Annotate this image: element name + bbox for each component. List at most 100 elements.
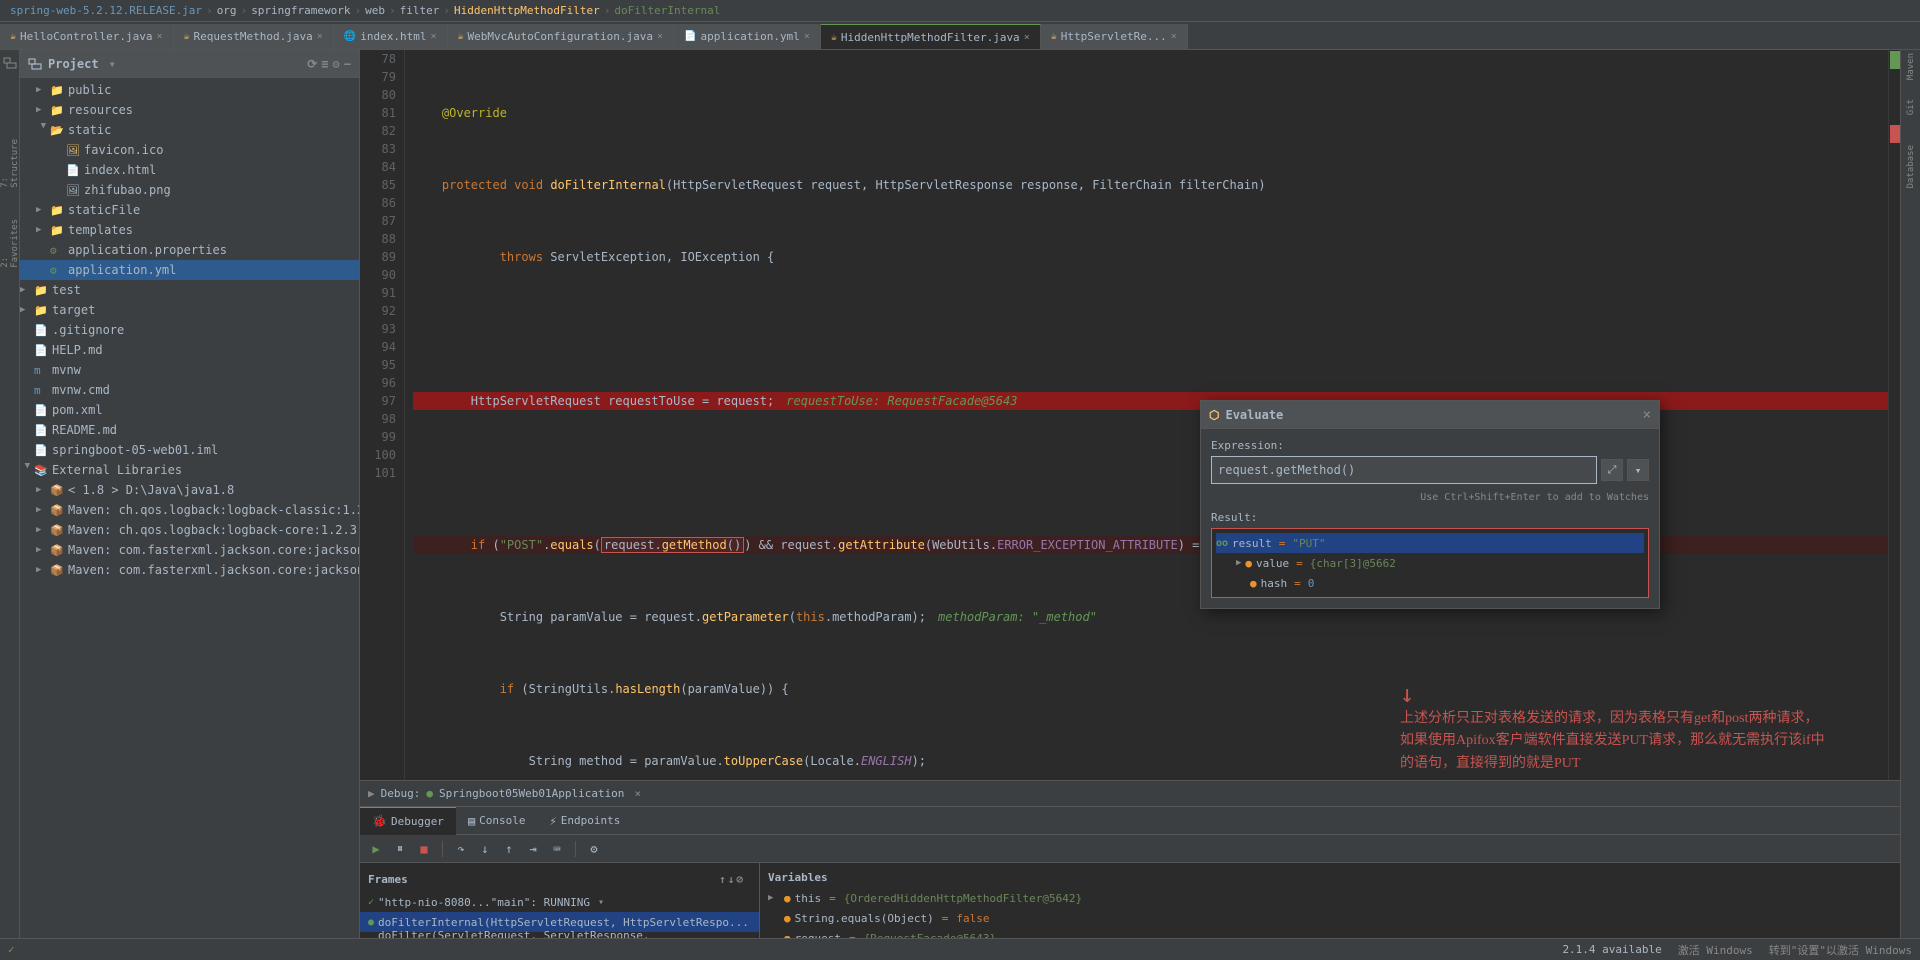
tree-item-zhifubao[interactable]: 🖼 zhifubao.png	[20, 180, 359, 200]
collapse-icon[interactable]: ≡	[321, 57, 328, 71]
eval-result-area: oo result = "PUT" ▶ ● value = {char[3]@5…	[1211, 528, 1649, 598]
breadcrumb-method[interactable]: doFilterInternal	[614, 4, 720, 17]
result-row-value[interactable]: ▶ ● value = {char[3]@5662	[1216, 553, 1644, 573]
code-content[interactable]: 78 79→ 80 81 82● 83 84 85 86 87 88 89 90…	[360, 50, 1900, 780]
close-icon[interactable]: ×	[1171, 31, 1177, 42]
debug-close-icon[interactable]: ×	[634, 787, 641, 800]
pause-button[interactable]: ⏸	[390, 839, 410, 859]
tree-item-resources[interactable]: ▶ 📁 resources	[20, 100, 359, 120]
tree-item-gitignore[interactable]: 📄 .gitignore	[20, 320, 359, 340]
result-row-hash[interactable]: ● hash = 0	[1216, 573, 1644, 593]
tab-index-html[interactable]: 🌐 index.html ×	[334, 24, 448, 49]
eval-expression-input[interactable]	[1211, 456, 1597, 484]
tree-item-help-md[interactable]: 📄 HELP.md	[20, 340, 359, 360]
step-into-button[interactable]: ↓	[475, 839, 495, 859]
tab-webmvc-auto[interactable]: ☕ WebMvcAutoConfiguration.java ×	[448, 24, 675, 49]
minimize-icon[interactable]: −	[344, 57, 351, 71]
tree-item-logback-core[interactable]: ▶ 📦 Maven: ch.qos.logback:logback-core:1…	[20, 520, 359, 540]
step-out-button[interactable]: ↑	[499, 839, 519, 859]
debug-tab-console[interactable]: ▤ Console	[456, 807, 538, 835]
close-icon[interactable]: ×	[657, 31, 663, 42]
code-text: protected void doFilterInternal(HttpServ…	[413, 176, 1266, 194]
project-dropdown-icon[interactable]: ▾	[109, 57, 116, 71]
favorites-icon[interactable]: 2: Favorites	[1, 234, 19, 252]
tree-item-external-libs[interactable]: ▶ 📚 External Libraries	[20, 460, 359, 480]
frames-up-icon[interactable]: ↑	[719, 873, 726, 886]
breadcrumb-org[interactable]: org	[217, 4, 237, 17]
eval-dropdown-button[interactable]: ▾	[1627, 459, 1649, 481]
tree-item-app-properties[interactable]: ⚙ application.properties	[20, 240, 359, 260]
tab-hello-controller[interactable]: ☕ HelloController.java ×	[0, 24, 174, 49]
maven-panel-icon[interactable]: Maven	[1902, 58, 1920, 76]
code-editor: 78 79→ 80 81 82● 83 84 85 86 87 88 89 90…	[360, 50, 1900, 780]
code-line-84: if ("POST".equals(request.getMethod()) &…	[413, 536, 1888, 554]
var-item-equals[interactable]: ● String.equals(Object) = false	[760, 908, 1900, 928]
breadcrumb-springframework[interactable]: springframework	[251, 4, 350, 17]
structure-icon[interactable]: 7: Structure	[1, 154, 19, 172]
java-icon: ☕	[1051, 31, 1057, 42]
frames-down-icon[interactable]: ↓	[728, 873, 735, 886]
result-row-result[interactable]: oo result = "PUT"	[1216, 533, 1644, 553]
folder-icon: 📁	[34, 304, 50, 317]
database-panel-icon[interactable]: Database	[1902, 158, 1920, 176]
gear-icon[interactable]: ⚙	[333, 57, 340, 71]
settings-button[interactable]: ⚙	[584, 839, 604, 859]
close-icon[interactable]: ×	[1024, 32, 1030, 43]
tab-request-method[interactable]: ☕ RequestMethod.java ×	[174, 24, 334, 49]
breadcrumb-web[interactable]: web	[365, 4, 385, 17]
tab-application-yml[interactable]: 📄 application.yml ×	[674, 24, 821, 49]
close-icon[interactable]: ×	[804, 31, 810, 42]
expand-arrow-icon[interactable]: ▶	[768, 893, 780, 903]
tree-item-jackson1[interactable]: ▶ 📦 Maven: com.fasterxml.jackson.core:ja…	[20, 540, 359, 560]
tree-item-index-html[interactable]: 📄 index.html	[20, 160, 359, 180]
tree-item-templates[interactable]: ▶ 📁 templates	[20, 220, 359, 240]
tree-item-favicon[interactable]: 🖼 favicon.ico	[20, 140, 359, 160]
stop-button[interactable]: ■	[414, 839, 434, 859]
tree-item-app-yml[interactable]: ⚙ application.yml	[20, 260, 359, 280]
sep6: ›	[604, 4, 611, 17]
breadcrumb-class[interactable]: HiddenHttpMethodFilter	[454, 4, 600, 17]
windows-activate-link[interactable]: 转到"设置"以激活 Windows	[1769, 942, 1912, 958]
tree-item-staticfile[interactable]: ▶ 📁 staticFile	[20, 200, 359, 220]
tree-item-jackson2[interactable]: ▶ 📦 Maven: com.fasterxml.jackson.core:ja…	[20, 560, 359, 580]
debug-tab-endpoints[interactable]: ⚡ Endpoints	[538, 807, 633, 835]
tree-item-iml[interactable]: 📄 springboot-05-web01.iml	[20, 440, 359, 460]
step-over-button[interactable]: ↷	[451, 839, 471, 859]
var-item-this[interactable]: ▶ ● this = {OrderedHiddenHttpMethodFilte…	[760, 888, 1900, 908]
tree-item-mvnw[interactable]: m mvnw	[20, 360, 359, 380]
git-panel-icon[interactable]: Git	[1902, 98, 1920, 116]
tree-item-java18[interactable]: ▶ 📦 < 1.8 > D:\Java\java1.8	[20, 480, 359, 500]
debug-tab-debugger[interactable]: 🐞 Debugger	[360, 807, 456, 835]
project-icon[interactable]	[1, 54, 19, 72]
close-icon[interactable]: ×	[430, 31, 436, 42]
ico-icon: 🖼	[66, 144, 82, 157]
tab-hidden-filter[interactable]: ☕ HiddenHttpMethodFilter.java ×	[821, 24, 1041, 49]
resume-button[interactable]: ▶	[366, 839, 386, 859]
tree-item-test[interactable]: ▶ 📁 test	[20, 280, 359, 300]
thread-item[interactable]: ✓ "http-nio-8080..."main": RUNNING ▾	[360, 892, 759, 912]
tree-item-pom[interactable]: 📄 pom.xml	[20, 400, 359, 420]
frames-filter-icon[interactable]: ⊘	[736, 873, 743, 886]
version-available[interactable]: 2.1.4 available	[1562, 943, 1661, 956]
tree-item-mvnw-cmd[interactable]: m mvnw.cmd	[20, 380, 359, 400]
tree-item-readme[interactable]: 📄 README.md	[20, 420, 359, 440]
breadcrumb-jar[interactable]: spring-web-5.2.12.RELEASE.jar	[10, 4, 202, 17]
windows-activate[interactable]: 激活 Windows	[1678, 942, 1753, 958]
code-line-87: String method = paramValue.toUpperCase(L…	[413, 752, 1888, 770]
sync-icon[interactable]: ⟳	[307, 57, 317, 71]
eval-close-button[interactable]: ×	[1643, 407, 1651, 423]
close-icon[interactable]: ×	[156, 31, 162, 42]
breadcrumb-filter[interactable]: filter	[400, 4, 440, 17]
tree-item-target[interactable]: ▶ 📁 target	[20, 300, 359, 320]
tree-item-public[interactable]: ▶ 📁 public	[20, 80, 359, 100]
evaluate-button[interactable]: ⌨	[547, 839, 567, 859]
close-icon[interactable]: ×	[317, 31, 323, 42]
thread-dropdown-icon[interactable]: ▾	[598, 897, 604, 908]
run-to-cursor-button[interactable]: ⇥	[523, 839, 543, 859]
tree-item-static[interactable]: ▶ 📂 static	[20, 120, 359, 140]
tree-item-logback-classic[interactable]: ▶ 📦 Maven: ch.qos.logback:logback-classi…	[20, 500, 359, 520]
eval-expand-button[interactable]: ⤢	[1601, 459, 1623, 481]
tab-httpservlet[interactable]: ☕ HttpServletRe... ×	[1041, 24, 1188, 49]
expand-arrow-icon[interactable]: ▶	[1236, 558, 1241, 568]
script-icon: m	[34, 364, 50, 377]
